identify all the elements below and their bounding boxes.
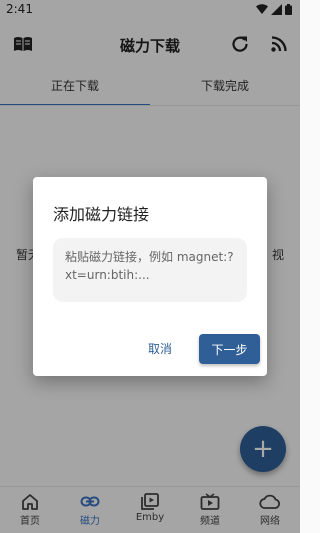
add-magnet-dialog: 添加磁力链接 粘贴磁力链接，例如 magnet:?xt=urn:btih:...… [33,177,267,376]
magnet-link-input[interactable]: 粘贴磁力链接，例如 magnet:?xt=urn:btih:... [53,238,247,302]
dialog-title: 添加磁力链接 [53,205,150,224]
cancel-button[interactable]: 取消 [148,340,172,357]
next-button[interactable]: 下一步 [199,334,260,364]
